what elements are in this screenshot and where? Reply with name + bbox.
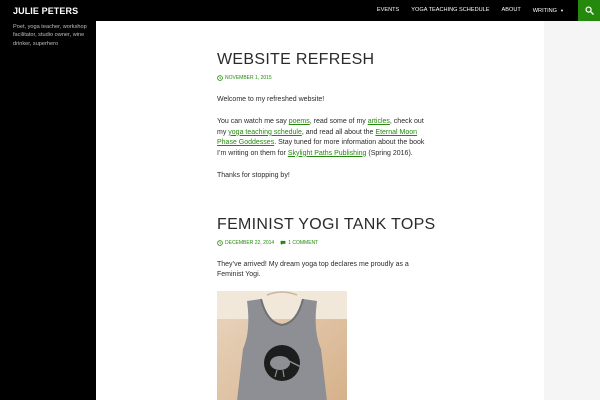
site-description: Poet, yoga teacher, workshop facilitator… bbox=[13, 24, 87, 47]
post-paragraph: Thanks for stopping by! bbox=[217, 172, 290, 180]
post-paragraph: They’ve arrived! My dream yoga top decla… bbox=[217, 261, 409, 279]
text-fragment: , read some of my bbox=[309, 118, 368, 126]
nav-item-yoga-teaching-schedule[interactable]: YOGA TEACHING SCHEDULE bbox=[405, 0, 495, 21]
post-date-text: NOVEMBER 1, 2015 bbox=[225, 75, 272, 81]
search-icon bbox=[584, 6, 594, 15]
primary-menu: EVENTS YOGA TEACHING SCHEDULE ABOUT WRIT… bbox=[371, 0, 570, 21]
post-date[interactable]: DECEMBER 22, 2014 bbox=[217, 240, 274, 246]
site-title[interactable]: JULIE PETERS bbox=[13, 5, 78, 17]
nav-item-events[interactable]: EVENTS bbox=[371, 0, 405, 21]
right-margin bbox=[544, 21, 600, 400]
link-articles[interactable]: articles bbox=[368, 118, 390, 125]
search-button[interactable] bbox=[578, 0, 600, 21]
post-date[interactable]: NOVEMBER 1, 2015 bbox=[217, 75, 272, 81]
link-yoga-teaching-schedule[interactable]: yoga teaching schedule bbox=[228, 129, 302, 136]
post-date-text: DECEMBER 22, 2014 bbox=[225, 240, 275, 246]
main-content: WEBSITE REFRESH NOVEMBER 1, 2015 Welcome… bbox=[96, 21, 544, 400]
post-meta: NOVEMBER 1, 2015 bbox=[217, 75, 427, 81]
post-paragraph: You can watch me say poems, read some of… bbox=[217, 117, 427, 159]
post-paragraph: Welcome to my refreshed website! bbox=[217, 96, 325, 103]
post-website-refresh: WEBSITE REFRESH NOVEMBER 1, 2015 Welcome… bbox=[217, 51, 427, 181]
top-navigation: EVENTS YOGA TEACHING SCHEDULE ABOUT WRIT… bbox=[96, 0, 600, 21]
text-fragment: (Spring 2016). bbox=[366, 149, 413, 157]
nav-item-about[interactable]: ABOUT bbox=[496, 0, 527, 21]
caret-down-icon: ▼ bbox=[560, 7, 564, 13]
post-meta: DECEMBER 22, 2014 1 COMMENT bbox=[217, 240, 427, 246]
text-fragment: You can watch me say bbox=[217, 118, 289, 126]
nav-item-writing[interactable]: WRITING ▼ bbox=[527, 0, 570, 22]
sidebar: JULIE PETERS Poet, yoga teacher, worksho… bbox=[0, 0, 96, 400]
comment-icon bbox=[280, 240, 286, 246]
nav-item-writing-label: WRITING bbox=[532, 7, 558, 14]
post-comments[interactable]: 1 COMMENT bbox=[280, 240, 318, 246]
post-title[interactable]: WEBSITE REFRESH bbox=[217, 51, 427, 69]
post-title[interactable]: FEMINIST YOGI TANK TOPS bbox=[217, 216, 435, 234]
tank-top-image bbox=[217, 291, 347, 400]
clock-icon bbox=[217, 240, 223, 246]
post-comments-text: 1 COMMENT bbox=[288, 240, 319, 246]
clock-icon bbox=[217, 75, 223, 81]
tank-top-photo[interactable] bbox=[217, 291, 347, 400]
link-poems[interactable]: poems bbox=[289, 118, 310, 125]
text-fragment: , and read all about the bbox=[301, 128, 376, 136]
link-skylight-paths-publishing[interactable]: Skylight Paths Publishing bbox=[288, 150, 367, 157]
post-feminist-yogi-tank-tops: FEMINIST YOGI TANK TOPS DECEMBER 22, 201… bbox=[217, 216, 435, 281]
